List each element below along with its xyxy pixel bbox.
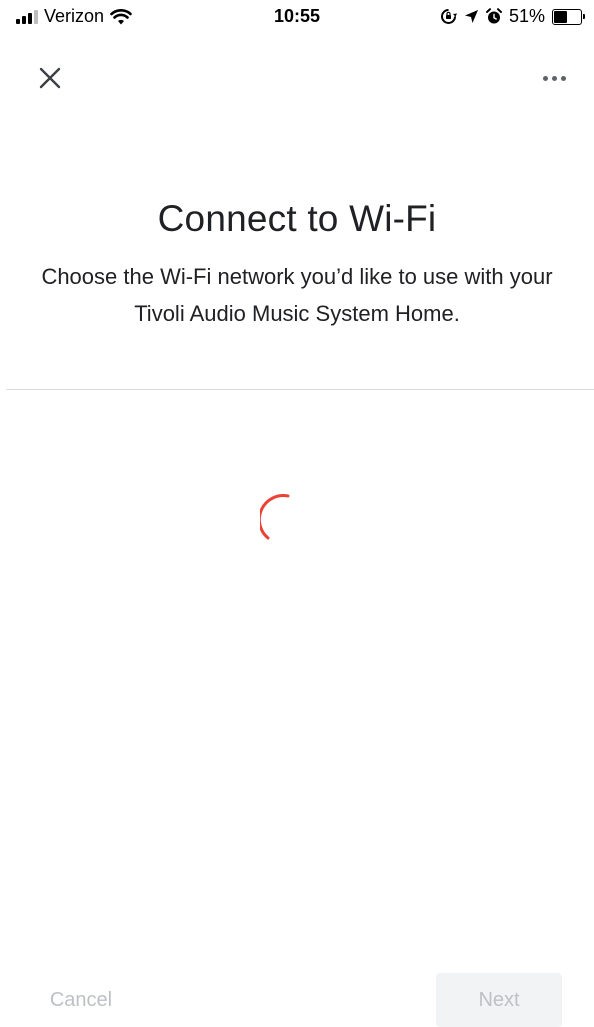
battery-level xyxy=(554,10,568,23)
location-arrow-icon xyxy=(464,10,478,23)
status-bar: Verizon 10:55 51% xyxy=(0,0,594,36)
more-horizontal-icon xyxy=(542,75,548,81)
page-subtitle: Choose the Wi-Fi network you’d like to u… xyxy=(41,264,553,326)
alarm-icon xyxy=(485,8,502,24)
divider xyxy=(6,389,594,390)
close-icon xyxy=(39,67,61,89)
rotation-lock-icon xyxy=(440,9,457,24)
battery-icon xyxy=(552,8,585,25)
page-title: Connect to Wi-Fi xyxy=(157,198,437,239)
more-horizontal-icon-dot xyxy=(560,75,566,81)
more-horizontal-icon-dot xyxy=(551,75,557,81)
wifi-setup-screen: Verizon 10:55 51% Connect to Wi-Fi Choos… xyxy=(0,0,594,1027)
status-bar-right: 51% xyxy=(440,6,585,27)
battery-percent: 51% xyxy=(508,6,545,26)
close-button[interactable] xyxy=(30,58,70,98)
spinner-icon xyxy=(260,494,290,540)
next-button[interactable]: Next xyxy=(436,973,562,1027)
more-options-button[interactable] xyxy=(534,58,574,98)
cancel-button[interactable]: Cancel xyxy=(26,978,136,1022)
